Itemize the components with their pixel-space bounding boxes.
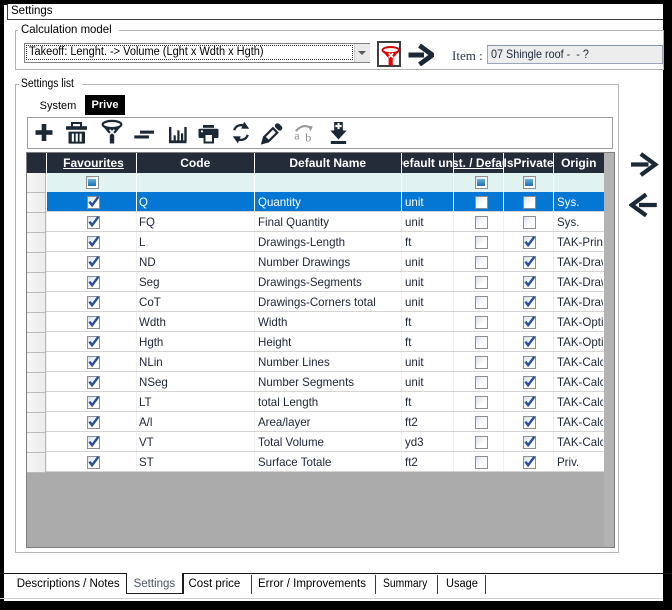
svg-text:b: b: [305, 131, 311, 145]
